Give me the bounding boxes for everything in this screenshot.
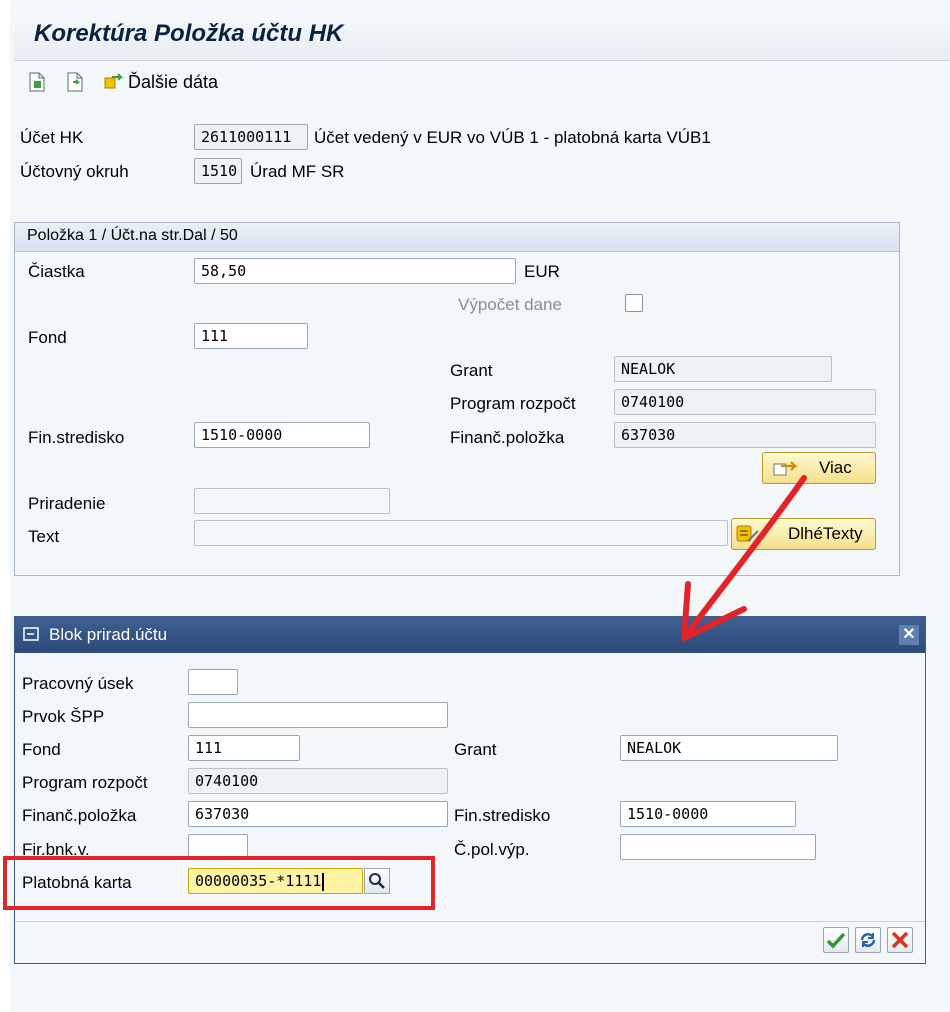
- annotation-arrow: [681, 475, 807, 641]
